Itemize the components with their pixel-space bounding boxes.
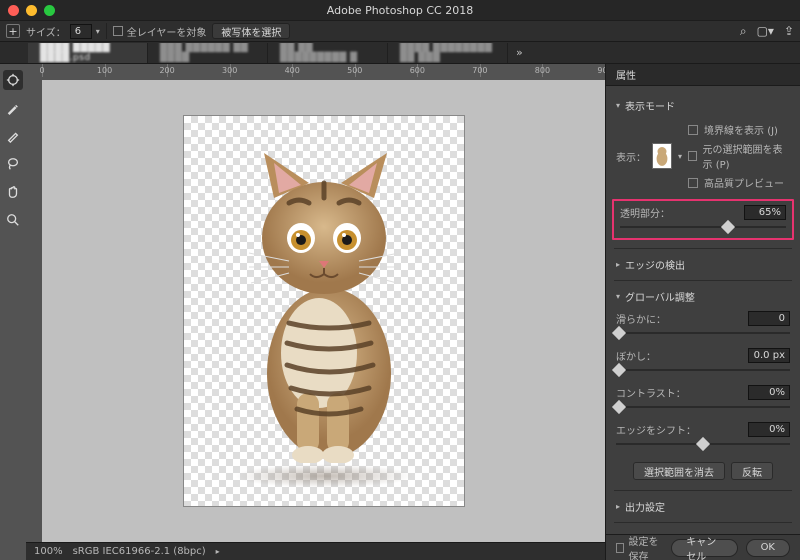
document-tab[interactable]: ███ ██████ ██ ████ bbox=[148, 43, 268, 63]
hand-tool[interactable] bbox=[3, 182, 23, 202]
slider-field[interactable]: 0.0 px bbox=[748, 348, 790, 363]
properties-panel: 属性 ▾表示モード 表示： ▾ 境界線を表示 (J) 元の選択範囲を表示 (P)… bbox=[605, 64, 800, 560]
chevron-down-icon[interactable]: ▾ bbox=[96, 27, 100, 36]
hq-preview-checkbox[interactable] bbox=[688, 178, 698, 188]
select-subject-button[interactable]: 被写体を選択 bbox=[212, 23, 290, 39]
zoom-tool[interactable] bbox=[3, 210, 23, 230]
workspace: /*ticks drawn below via JS*/ 01002003004… bbox=[26, 64, 605, 560]
remember-settings-checkbox[interactable] bbox=[616, 543, 624, 553]
document-tab[interactable]: ██ ██ █████████ █ bbox=[268, 43, 388, 63]
slider[interactable] bbox=[616, 402, 790, 412]
quick-select-tool[interactable] bbox=[3, 70, 23, 90]
brush-size-field[interactable]: 6 bbox=[70, 24, 92, 39]
slider-label: エッジをシフト： bbox=[616, 422, 696, 437]
slider-field[interactable]: 0 bbox=[748, 311, 790, 326]
title-bar: Adobe Photoshop CC 2018 bbox=[0, 0, 800, 20]
subject-image bbox=[219, 143, 429, 466]
lasso-tool[interactable] bbox=[3, 154, 23, 174]
document-tabs: ████ █████ ████.psd ███ ██████ ██ ████ █… bbox=[0, 42, 800, 64]
transparency-field[interactable]: 65% bbox=[744, 205, 786, 220]
slider-field[interactable]: 0% bbox=[748, 422, 790, 437]
chevron-right-icon[interactable]: ▸ bbox=[216, 547, 220, 556]
subject-shadow bbox=[234, 464, 414, 488]
brush-size-label: サイズ： bbox=[26, 24, 66, 39]
options-bar: + サイズ： 6 ▾ 全レイヤーを対象 被写体を選択 ⌕ ▢▾ ⇪ bbox=[0, 20, 800, 42]
search-icon[interactable]: ⌕ bbox=[740, 24, 747, 39]
view-thumbnail[interactable] bbox=[652, 143, 672, 169]
refine-edge-brush-tool[interactable] bbox=[3, 98, 23, 118]
document-tab[interactable]: ████ █████ ████.psd bbox=[28, 43, 148, 63]
refine-toolbar bbox=[0, 64, 26, 560]
panel-footer: 設定を保存 キャンセル OK bbox=[606, 534, 800, 560]
color-profile: sRGB IEC61966-2.1 (8bpc) bbox=[73, 546, 206, 557]
transparency-slider[interactable] bbox=[620, 222, 786, 232]
share-icon[interactable]: ⇪ bbox=[784, 24, 794, 39]
cancel-button[interactable]: キャンセル bbox=[671, 539, 737, 557]
canvas[interactable] bbox=[42, 80, 605, 542]
display-mode-header[interactable]: ▾表示モード bbox=[616, 94, 790, 117]
output-settings-header[interactable]: ▸出力設定 bbox=[616, 495, 790, 518]
all-layers-checkbox[interactable] bbox=[113, 26, 123, 36]
zoom-level[interactable]: 100% bbox=[34, 546, 63, 557]
slider-label: コントラスト： bbox=[616, 385, 686, 400]
transparency-highlight: 透明部分： 65% bbox=[612, 199, 794, 240]
panel-title: 属性 bbox=[606, 64, 800, 86]
ruler-vertical bbox=[26, 80, 42, 542]
add-brush-icon[interactable]: + bbox=[6, 24, 20, 38]
app-title: Adobe Photoshop CC 2018 bbox=[0, 4, 800, 17]
slider[interactable] bbox=[616, 365, 790, 375]
ruler-horizontal: /*ticks drawn below via JS*/ 01002003004… bbox=[26, 64, 605, 80]
invert-button[interactable]: 反転 bbox=[731, 462, 773, 480]
slider-label: 滑らかに： bbox=[616, 311, 666, 326]
all-layers-label: 全レイヤーを対象 bbox=[127, 24, 207, 39]
transparency-label: 透明部分： bbox=[620, 205, 670, 220]
show-original-checkbox[interactable] bbox=[688, 151, 697, 161]
chevron-down-icon[interactable]: ▾ bbox=[678, 152, 682, 161]
global-refinements-header[interactable]: ▾グローバル調整 bbox=[616, 285, 790, 308]
edge-detection-header[interactable]: ▸エッジの検出 bbox=[616, 253, 790, 276]
workspace-switcher-icon[interactable]: ▢▾ bbox=[757, 24, 774, 39]
artboard bbox=[184, 116, 464, 506]
status-bar: 100% sRGB IEC61966-2.1 (8bpc) ▸ bbox=[26, 542, 605, 560]
ok-button[interactable]: OK bbox=[746, 539, 790, 557]
show-edge-checkbox[interactable] bbox=[688, 125, 698, 135]
tab-overflow-icon[interactable]: » bbox=[508, 46, 531, 59]
slider[interactable] bbox=[616, 328, 790, 338]
show-label: 表示： bbox=[616, 149, 646, 164]
remember-settings-label: 設定を保存 bbox=[629, 533, 664, 560]
brush-tool[interactable] bbox=[3, 126, 23, 146]
document-tab[interactable]: ████ ████████ ██ ███ bbox=[388, 43, 508, 63]
slider-field[interactable]: 0% bbox=[748, 385, 790, 400]
slider[interactable] bbox=[616, 439, 790, 449]
clear-selection-button[interactable]: 選択範囲を消去 bbox=[633, 462, 725, 480]
slider-label: ぼかし： bbox=[616, 348, 656, 363]
